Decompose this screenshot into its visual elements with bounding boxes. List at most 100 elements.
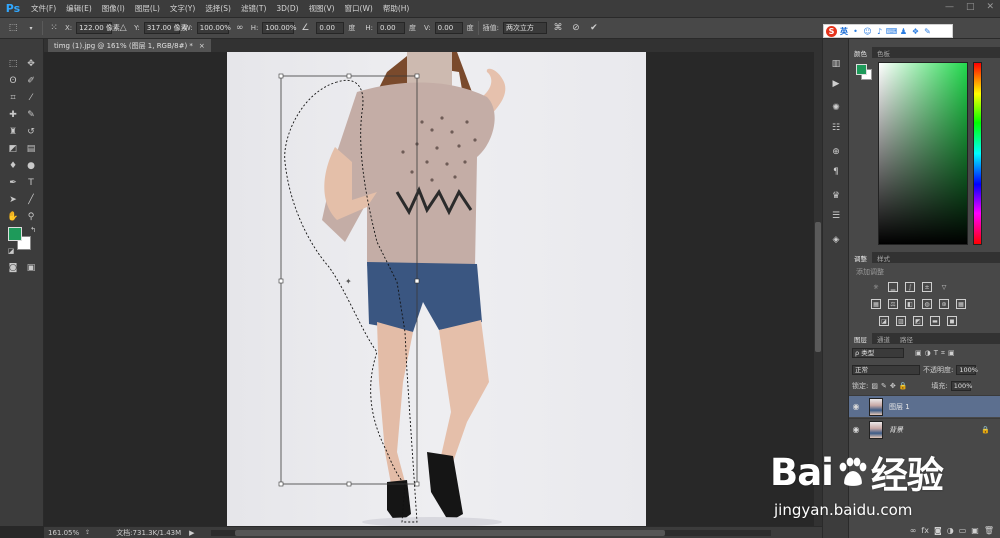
adjustment-layer-icon[interactable]: ◑ [947,526,954,535]
swap-colors-icon[interactable]: ↰ [26,223,40,237]
new-group-icon[interactable]: ▭ [959,526,967,535]
menu-filter[interactable]: 滤镜(T) [236,3,271,14]
vertical-scroll-thumb[interactable] [815,222,821,352]
brightness-icon[interactable]: ☼ [871,282,881,292]
canvas-area[interactable]: ✦ [44,52,814,526]
export-icon[interactable]: ⇪ [85,529,90,536]
move-tool-icon[interactable]: ✥ [24,57,38,71]
hskew-field[interactable]: 0.00 [377,22,405,34]
menu-3d[interactable]: 3D(D) [271,4,303,13]
x-field[interactable]: 122.00 像素 [76,22,120,34]
default-colors-icon[interactable]: ◪ [4,244,18,258]
exposure-icon[interactable]: ± [922,282,932,292]
crop-tool-icon[interactable]: ⌗ [6,91,20,105]
tab-swatches[interactable]: 色板 [872,47,895,58]
layer-mask-icon[interactable]: ◙ [934,526,942,535]
gradient-map-icon[interactable]: ▬ [930,316,940,326]
tab-styles[interactable]: 样式 [872,252,895,263]
layer-name[interactable]: 背景 [889,425,903,435]
link-layers-icon[interactable]: ∞ [910,526,917,535]
quick-select-tool-icon[interactable]: ✐ [24,74,38,88]
layer-row-layer1[interactable]: ◉ 图层 1 [849,395,1000,417]
keyboard-icon[interactable]: ⌨ [886,27,898,36]
vibrance-icon[interactable]: ▽ [939,282,949,292]
history-panel-icon[interactable]: ▥ [829,57,843,71]
lasso-tool-icon[interactable]: ʘ [6,74,20,88]
tab-layers[interactable]: 图层 [849,333,872,344]
posterize-icon[interactable]: ▨ [896,316,906,326]
quick-mask-icon[interactable]: ◙ [6,261,20,275]
height-field[interactable]: 100.00% [262,22,297,34]
pen-tool-icon[interactable]: ✒ [6,176,20,190]
channel-mixer-icon[interactable]: ⊛ [939,299,949,309]
emoji-icon[interactable]: ☺ [863,27,872,36]
line-tool-icon[interactable]: ╱ [24,193,38,207]
skin-icon[interactable]: ❖ [911,27,920,36]
reference-point-icon[interactable]: ⁙ [47,21,61,35]
marquee-tool-icon[interactable]: ⬚ [6,57,20,71]
wrench-icon[interactable]: ✎ [923,27,932,36]
y-field[interactable]: 317.00 像素 [143,22,188,34]
relative-position-icon[interactable]: △ [116,21,130,35]
brush-presets-icon[interactable]: ☷ [829,121,843,135]
panel-foreground-swatch[interactable] [856,64,867,75]
maximize-button[interactable]: □ [966,2,975,12]
layer-kind-filter[interactable]: ρ 类型 [852,348,904,358]
horizontal-scroll-thumb[interactable] [235,530,665,536]
menu-image[interactable]: 图像(I) [97,3,130,14]
interpolation-select[interactable]: 两次立方 [502,22,547,34]
close-tab-button[interactable]: × [199,42,205,50]
menu-select[interactable]: 选择(S) [200,3,236,14]
layer-style-icon[interactable]: fx [921,526,929,535]
minimize-button[interactable]: — [945,2,954,12]
tab-color[interactable]: 颜色 [849,47,872,58]
eraser-tool-icon[interactable]: ◩ [6,142,20,156]
color-lookup-icon[interactable]: ▦ [956,299,966,309]
clone-source-icon[interactable]: ♛ [829,189,843,203]
curves-icon[interactable]: ∫ [905,282,915,292]
menu-window[interactable]: 窗口(W) [340,3,378,14]
dropdown-arrow-icon[interactable]: ▾ [24,21,38,35]
tab-paths[interactable]: 路径 [895,333,918,344]
history-brush-icon[interactable]: ↺ [24,125,38,139]
threshold-icon[interactable]: ◩ [913,316,923,326]
black-white-icon[interactable]: ◧ [905,299,915,309]
healing-brush-icon[interactable]: ✚ [6,108,20,122]
cancel-transform-icon[interactable]: ⊘ [569,21,583,35]
opacity-field[interactable]: 100% [956,365,978,375]
eyedropper-tool-icon[interactable]: ⁄ [24,91,38,105]
sogou-logo-icon[interactable]: S [826,25,837,37]
layer-row-background[interactable]: ◉ 背景 🔒 [849,418,1000,440]
warp-mode-icon[interactable]: ⌘ [551,21,565,35]
menu-help[interactable]: 帮助(H) [378,3,415,14]
menu-type[interactable]: 文字(Y) [165,3,200,14]
zoom-level[interactable]: 161.05% [48,529,79,537]
lock-icons[interactable]: ▨✎✥🔒 [871,382,910,390]
brush-tool-icon[interactable]: ✎ [24,108,38,122]
commit-transform-icon[interactable]: ✔ [587,21,601,35]
type-tool-icon[interactable]: T [24,176,38,190]
hand-tool-icon[interactable]: ✋ [6,210,20,224]
photo-filter-icon[interactable]: ◍ [922,299,932,309]
width-field[interactable]: 100.00% [196,22,231,34]
menu-layer[interactable]: 图层(L) [130,3,165,14]
dodge-tool-icon[interactable]: ● [24,159,38,173]
screen-mode-icon[interactable]: ▣ [24,261,38,275]
path-select-tool-icon[interactable]: ➤ [6,193,20,207]
transform-overlay[interactable]: ✦ [227,52,646,526]
invert-icon[interactable]: ◪ [879,316,889,326]
actions-panel-icon[interactable]: ▶ [829,77,843,91]
angle-field[interactable]: 0.00 [316,22,345,34]
visibility-eye-icon[interactable]: ◉ [849,425,863,434]
stamp-tool-icon[interactable]: ♜ [6,125,20,139]
layer-name[interactable]: 图层 1 [889,402,910,412]
levels-icon[interactable]: ▁ [888,282,898,292]
zoom-tool-icon[interactable]: ⚲ [24,210,38,224]
foreground-color-swatch[interactable] [8,227,22,241]
layer-filter-icons[interactable]: ▣◑T⌗▣ [915,349,958,358]
paragraph-panel-icon[interactable]: ¶ [829,165,843,179]
photo-canvas[interactable]: ✦ [227,52,646,526]
link-icon[interactable]: ∞ [233,21,247,35]
status-menu-arrow[interactable]: ▶ [189,529,194,537]
document-tab[interactable]: timg (1).jpg @ 161% (图层 1, RGB/8#) * × [48,39,211,52]
